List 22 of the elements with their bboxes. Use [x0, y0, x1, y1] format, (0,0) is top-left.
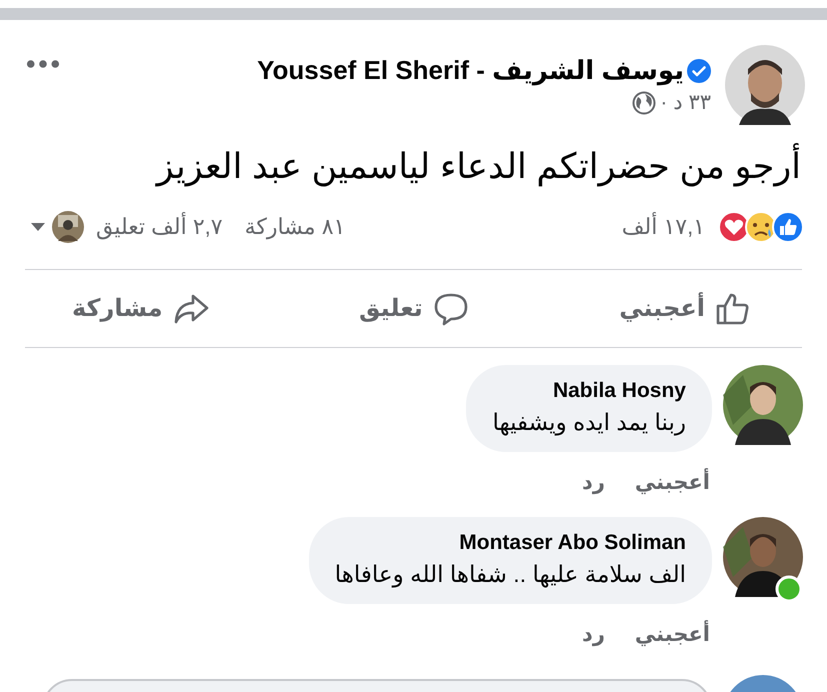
- thumbs-up-icon: [715, 290, 751, 326]
- commenter-name[interactable]: Nabila Hosny: [492, 379, 686, 403]
- globe-icon: [632, 90, 656, 114]
- shares-count[interactable]: ٨١ مشاركة: [244, 214, 346, 240]
- commenter-name[interactable]: Montaser Abo Soliman: [334, 531, 686, 555]
- comment-text: الف سلامة عليها .. شفاها الله وعافاها: [334, 561, 686, 588]
- comments-count[interactable]: ٢,٧ ألف تعليق: [96, 214, 223, 240]
- comment-action-link[interactable]: أعجبني: [634, 470, 710, 495]
- comment-action-link[interactable]: رد: [582, 622, 605, 647]
- reactions-count[interactable]: ١٧,١ ألف: [622, 214, 705, 240]
- action-button[interactable]: مشاركة: [68, 286, 213, 330]
- comment-action-link[interactable]: رد: [582, 470, 605, 495]
- post-text: أرجو من حضراتكم الدعاء لياسمين عبد العزيز: [0, 143, 827, 191]
- caret-icon[interactable]: [30, 222, 46, 232]
- action-button[interactable]: تعليق: [355, 286, 473, 330]
- author-name[interactable]: يوسف الشريف - Youssef El Sherif: [257, 55, 684, 86]
- action-button[interactable]: أعجبني: [615, 286, 755, 330]
- post-time: ٣٣ د ·: [660, 90, 711, 115]
- comment-action-link[interactable]: أعجبني: [634, 622, 710, 647]
- speech-bubble-icon: [432, 290, 469, 326]
- comment-text: ربنا يمد ايده ويشفيها: [492, 409, 686, 436]
- more-options-icon[interactable]: [26, 59, 60, 69]
